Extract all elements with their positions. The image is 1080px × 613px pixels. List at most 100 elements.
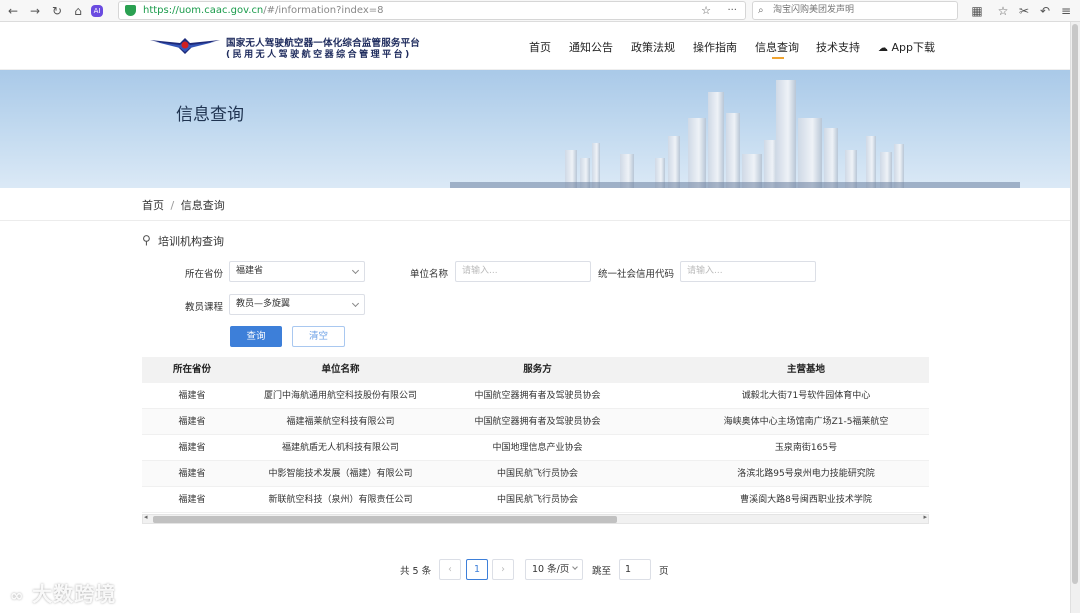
nav-home[interactable]: 首页: [529, 39, 551, 55]
bookmark-star-icon[interactable]: ☆: [701, 2, 711, 19]
browser-search-box[interactable]: ⌕ 淘宝闪购美团发声明: [752, 1, 958, 20]
cell-province: 福建省: [178, 495, 206, 505]
home-icon[interactable]: ⌂: [69, 2, 87, 20]
more-menu-icon[interactable]: ···: [727, 2, 737, 19]
nav-tech-support[interactable]: 技术支持: [816, 39, 860, 55]
unit-name-input[interactable]: 请输入...: [455, 261, 591, 282]
cell-base: 曹溪阆大路8号闽西职业技术学院: [740, 495, 872, 505]
page-size-select[interactable]: 10 条/页: [525, 559, 583, 580]
chevron-down-icon: [572, 564, 578, 570]
unit-name-label: 单位名称: [410, 269, 449, 280]
search-icon: ⚲: [142, 233, 151, 247]
menu-icon[interactable]: ≡: [1057, 2, 1075, 20]
col-header-base: 主营基地: [786, 364, 825, 375]
table-header: 所在省份 单位名称 服务方 主营基地: [142, 357, 929, 383]
undo-icon[interactable]: ↶: [1036, 2, 1054, 20]
extension-icon[interactable]: AI: [91, 5, 103, 17]
secure-shield-icon: [125, 5, 136, 16]
cell-base: 洛滨北路95号泉州电力技能研究院: [737, 469, 875, 479]
cell-base: 诚毅北大街71号软件园体育中心: [741, 391, 871, 401]
scroll-right-icon[interactable]: ▸: [923, 513, 927, 521]
cell-province: 福建省: [178, 469, 206, 479]
clear-button[interactable]: 清空: [292, 326, 345, 347]
nav-app-download[interactable]: ☁ App下载: [878, 39, 935, 55]
unit-name-placeholder: 请输入...: [462, 266, 498, 276]
table-row: 福建省 新联航空科技（泉州）有限责任公司 中国民航飞行员协会 曹溪阆大路8号闽西…: [142, 487, 929, 513]
site-header: 国家无人驾驶航空器一体化综合监管服务平台 (民用无人驾驶航空器综合管理平台) 首…: [0, 22, 1070, 70]
cell-unit: 新联航空科技（泉州）有限责任公司: [268, 495, 413, 505]
watermark-icon: ∞: [10, 586, 25, 605]
cell-service: 中国民航飞行员协会: [496, 495, 578, 505]
address-bar[interactable]: https://uom.caac.gov.cn/#/information?in…: [118, 1, 746, 20]
logo-subtitle: (民用无人驾驶航空器综合管理平台): [226, 50, 412, 60]
breadcrumb-current: 信息查询: [180, 199, 225, 212]
cell-unit: 福建航盾无人机科技有限公司: [281, 443, 399, 453]
table-row: 福建省 福建航盾无人机科技有限公司 中国地理信息产业协会 玉泉南街165号: [142, 435, 929, 461]
screenshot-cut-icon[interactable]: ✂: [1015, 2, 1033, 20]
cell-province: 福建省: [178, 443, 206, 453]
credit-code-placeholder: 请输入...: [687, 266, 723, 276]
apps-grid-icon[interactable]: ▦: [968, 2, 986, 20]
browser-search-text: 淘宝闪购美团发声明: [773, 5, 855, 15]
page-banner: 信息查询: [0, 70, 1070, 188]
nav-info-query[interactable]: 信息查询: [755, 39, 799, 55]
divider: [0, 220, 1070, 221]
cloud-download-icon: ☁: [878, 43, 888, 54]
page-suffix: 页: [659, 566, 669, 577]
caac-logo-icon: [150, 38, 220, 54]
nav-active-underline: [772, 57, 784, 59]
reload-icon[interactable]: ↻: [48, 2, 66, 20]
table-horizontal-scrollbar[interactable]: ◂ ▸: [142, 513, 929, 524]
jump-page-input[interactable]: 1: [619, 559, 651, 580]
back-icon[interactable]: ←: [4, 2, 22, 20]
nav-notices[interactable]: 通知公告: [569, 39, 613, 55]
query-button[interactable]: 查询: [230, 326, 282, 347]
col-header-service: 服务方: [523, 364, 552, 375]
col-header-unit: 单位名称: [321, 364, 360, 375]
breadcrumb: 首页 / 信息查询: [142, 197, 225, 213]
cell-base: 玉泉南街165号: [774, 443, 838, 453]
province-select-value: 福建省: [236, 266, 264, 276]
nav-policies[interactable]: 政策法规: [631, 39, 675, 55]
breadcrumb-home[interactable]: 首页: [142, 199, 164, 212]
table-row: 福建省 厦门中海航通用航空科技股份有限公司 中国航空器拥有者及驾驶员协会 诚毅北…: [142, 383, 929, 409]
nav-guide[interactable]: 操作指南: [693, 39, 737, 55]
cell-province: 福建省: [178, 391, 206, 401]
cell-unit: 厦门中海航通用航空科技股份有限公司: [263, 391, 417, 401]
table-row: 福建省 中影智能技术发展（福建）有限公司 中国民航飞行员协会 洛滨北路95号泉州…: [142, 461, 929, 487]
jump-label: 跳至: [592, 566, 612, 577]
cell-province: 福建省: [178, 417, 206, 427]
url-host: https://uom.caac.gov.cn: [143, 5, 264, 16]
cell-service: 中国地理信息产业协会: [492, 443, 583, 453]
banner-title: 信息查询: [176, 105, 244, 125]
cell-unit: 福建福莱航空科技有限公司: [286, 417, 395, 427]
section-title: 培训机构查询: [158, 235, 224, 248]
course-select[interactable]: 教员—多旋翼: [229, 294, 365, 315]
page-scrollbar-thumb[interactable]: [1072, 24, 1078, 584]
prev-page-button[interactable]: ‹: [439, 559, 461, 580]
breadcrumb-separator: /: [170, 199, 175, 212]
search-icon: ⌕: [758, 5, 764, 16]
page-size-value: 10 条/页: [532, 564, 570, 575]
cell-base: 海峡奥体中心主场馆南广场Z1-5福莱航空: [723, 417, 889, 427]
cell-unit: 中影智能技术发展（福建）有限公司: [268, 469, 413, 479]
chevron-down-icon: [351, 266, 360, 275]
province-label: 所在省份: [185, 269, 224, 280]
forward-icon[interactable]: →: [26, 2, 44, 20]
watermark-text: 大数跨境: [32, 582, 117, 606]
table-row: 福建省 福建福莱航空科技有限公司 中国航空器拥有者及驾驶员协会 海峡奥体中心主场…: [142, 409, 929, 435]
province-select[interactable]: 福建省: [229, 261, 365, 282]
cell-service: 中国航空器拥有者及驾驶员协会: [474, 417, 601, 427]
cell-service: 中国民航飞行员协会: [496, 469, 578, 479]
page-number-1[interactable]: 1: [466, 559, 488, 580]
credit-code-label: 统一社会信用代码: [598, 269, 675, 280]
chevron-down-icon: [351, 299, 360, 308]
col-header-province: 所在省份: [172, 364, 211, 375]
next-page-button[interactable]: ›: [492, 559, 514, 580]
scroll-left-icon[interactable]: ◂: [144, 513, 148, 521]
favorites-icon[interactable]: ☆: [994, 2, 1012, 20]
scrollbar-thumb[interactable]: [153, 516, 617, 523]
credit-code-input[interactable]: 请输入...: [680, 261, 816, 282]
course-select-value: 教员—多旋翼: [236, 299, 291, 309]
watermark-logo: ∞ 大数跨境: [10, 578, 116, 607]
